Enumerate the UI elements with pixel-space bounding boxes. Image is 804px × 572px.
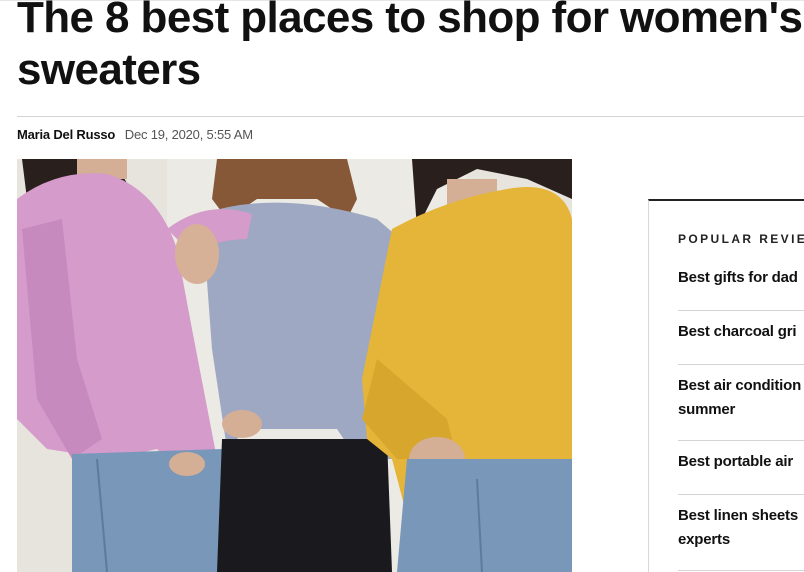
article-headline: The 8 best places to shop for women's sw…: [17, 0, 804, 96]
sidebar-heading: POPULAR REVIE: [678, 232, 804, 246]
author-link[interactable]: Maria Del Russo: [17, 127, 115, 142]
sidebar-item-gifts-for-dad[interactable]: Best gifts for dad: [678, 257, 804, 311]
hero-image: [17, 159, 572, 572]
byline: Maria Del Russo Dec 19, 2020, 5:55 AM: [17, 127, 253, 143]
sidebar-item-portable-air[interactable]: Best portable air: [678, 441, 804, 495]
sidebar-item-label: Best air condition: [678, 377, 802, 394]
sidebar-item-label: Best portable air: [678, 453, 793, 470]
headline-line-1: The 8 best places to shop for women's: [17, 0, 803, 42]
headline-line-2: sweaters: [17, 45, 201, 94]
sidebar-item-label: Best charcoal gri: [678, 323, 797, 340]
popular-reviews-sidebar: POPULAR REVIE Best gifts for dad Best ch…: [648, 199, 804, 572]
sidebar-item-air-conditioners[interactable]: Best air condition summer: [678, 365, 804, 441]
sidebar-item-label-line2: summer: [678, 401, 736, 418]
sidebar-item-charcoal-grills[interactable]: Best charcoal gri: [678, 311, 804, 365]
sidebar-list: Best gifts for dad Best charcoal gri Bes…: [678, 257, 804, 571]
sidebar-item-label-line2: experts: [678, 531, 730, 548]
headline-divider: [17, 116, 804, 117]
sidebar-item-label: Best linen sheets: [678, 507, 798, 524]
sidebar-item-label: Best gifts for dad: [678, 269, 798, 286]
sidebar-item-linen-sheets[interactable]: Best linen sheets experts: [678, 495, 804, 571]
publish-date: Dec 19, 2020, 5:55 AM: [124, 127, 253, 142]
article-page: The 8 best places to shop for women's sw…: [0, 0, 804, 572]
hero-illustration: [17, 159, 572, 572]
